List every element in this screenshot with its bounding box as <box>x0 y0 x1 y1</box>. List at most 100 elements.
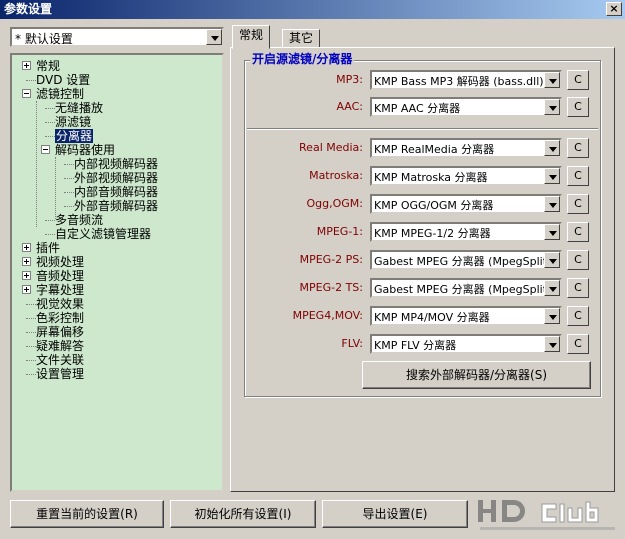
tree-item[interactable]: 屏幕偏移 <box>36 325 84 339</box>
tree-item[interactable]: 无缝播放 <box>55 101 103 115</box>
group-separator <box>247 128 598 130</box>
tree-item[interactable]: 解码器使用 <box>55 143 115 157</box>
filter-label: MPEG-2 TS: <box>299 281 363 294</box>
configure-button[interactable]: C <box>567 334 589 354</box>
settings-window: 参数设置 × * 默认设置 常规 DVD 设置 滤镜控制 无缝播放 源滤镜 分离器 解码器使… <box>0 0 625 539</box>
tree-item[interactable]: 视觉效果 <box>36 297 84 311</box>
tab-general[interactable]: 常规 <box>232 25 271 49</box>
tree-expander-plus[interactable] <box>22 61 31 70</box>
filter-dropdown-value: Gabest MPEG 分离器 (MpegSplitter) <box>374 283 562 296</box>
tree-expander-minus[interactable] <box>41 145 50 154</box>
configure-button[interactable]: C <box>567 194 589 214</box>
chevron-down-icon[interactable] <box>544 196 560 212</box>
title-bar: 参数设置 × <box>0 0 625 19</box>
filter-dropdown[interactable]: Gabest MPEG 分离器 (MpegSplitter) <box>370 278 562 298</box>
chevron-down-icon[interactable] <box>544 168 560 184</box>
tree-item[interactable]: 色彩控制 <box>36 311 84 325</box>
filter-dropdown[interactable]: KMP Matroska 分离器 <box>370 166 562 186</box>
tree-item[interactable]: 多音频流 <box>55 213 103 227</box>
tree-expander-plus[interactable] <box>22 271 31 280</box>
tree-item[interactable]: 常规 <box>36 59 60 73</box>
chevron-down-icon[interactable] <box>544 99 560 115</box>
preset-value: * 默认设置 <box>15 32 73 46</box>
configure-button[interactable]: C <box>567 97 589 117</box>
tree-item[interactable]: 疑难解答 <box>36 339 84 353</box>
tree-item[interactable]: 视频处理 <box>36 255 84 269</box>
filter-label: Ogg,OGM: <box>306 197 364 210</box>
filter-dropdown[interactable]: KMP Bass MP3 解码器 (bass.dll) <box>370 70 562 90</box>
tree-connector <box>45 136 55 137</box>
tree-expander-plus[interactable] <box>22 243 31 252</box>
tree-connector <box>26 80 36 81</box>
tree-item[interactable]: 外部音频解码器 <box>74 199 158 213</box>
filter-dropdown[interactable]: KMP FLV 分离器 <box>370 334 562 354</box>
tree-item[interactable]: DVD 设置 <box>36 73 90 87</box>
tree-item[interactable]: 分离器 <box>55 129 94 143</box>
tree-item[interactable]: 内部音频解码器 <box>74 185 158 199</box>
tree-expander-minus[interactable] <box>22 89 31 98</box>
configure-button[interactable]: C <box>567 306 589 326</box>
tree-expander-plus[interactable] <box>22 257 31 266</box>
chevron-down-icon[interactable] <box>544 336 560 352</box>
tree-connector <box>26 332 36 333</box>
configure-button[interactable]: C <box>567 222 589 242</box>
tree-connector <box>26 304 36 305</box>
filter-dropdown[interactable]: KMP RealMedia 分离器 <box>370 138 562 158</box>
filter-label: MP3: <box>336 73 363 86</box>
tree-item[interactable]: 自定义滤镜管理器 <box>55 227 151 241</box>
chevron-down-icon[interactable] <box>544 140 560 156</box>
tree-connector <box>36 101 37 227</box>
tab-other[interactable]: 其它 <box>282 29 321 48</box>
tree-item[interactable]: 音频处理 <box>36 269 84 283</box>
export-settings-button[interactable]: 导出设置(E) <box>322 500 468 528</box>
tab-general-label: 常规 <box>239 28 264 42</box>
filter-dropdown[interactable]: KMP MP4/MOV 分离器 <box>370 306 562 326</box>
preset-dropdown[interactable]: * 默认设置 <box>10 27 224 47</box>
configure-button[interactable]: C <box>567 278 589 298</box>
filter-dropdown-value: Gabest MPEG 分离器 (MpegSplitter) <box>374 255 562 268</box>
tree-item[interactable]: 字幕处理 <box>36 283 84 297</box>
filter-dropdown[interactable]: KMP MPEG-1/2 分离器 <box>370 222 562 242</box>
window-title: 参数设置 <box>4 2 53 16</box>
tree-connector <box>45 220 55 221</box>
filter-dropdown-value: KMP OGG/OGM 分离器 <box>374 199 494 212</box>
configure-button[interactable]: C <box>567 70 589 90</box>
filter-dropdown[interactable]: Gabest MPEG 分离器 (MpegSplitter) <box>370 250 562 270</box>
settings-tree[interactable]: 常规 DVD 设置 滤镜控制 无缝播放 源滤镜 分离器 解码器使用 内部视频解码器 外部视频解码… <box>10 53 224 492</box>
tree-connector <box>45 122 55 123</box>
chevron-down-icon[interactable] <box>544 72 560 88</box>
tree-item[interactable]: 外部视频解码器 <box>74 171 158 185</box>
tree-connector <box>64 206 74 207</box>
tab-other-label: 其它 <box>289 31 314 45</box>
tree-item[interactable]: 设置管理 <box>36 367 84 381</box>
filter-dropdown-value: KMP Matroska 分离器 <box>374 171 488 184</box>
filter-dropdown[interactable]: KMP AAC 分离器 <box>370 97 562 117</box>
tree-expander-plus[interactable] <box>22 285 31 294</box>
configure-button[interactable]: C <box>567 166 589 186</box>
initialize-all-settings-button[interactable]: 初始化所有设置(I) <box>170 500 316 528</box>
tree-item[interactable]: 插件 <box>36 241 60 255</box>
tree-item[interactable]: 滤镜控制 <box>36 87 84 101</box>
filter-label: Matroska: <box>309 169 363 182</box>
filter-label: MPEG-2 PS: <box>299 253 363 266</box>
search-external-decoders-button[interactable]: 搜索外部解码器/分离器(S) <box>362 361 591 389</box>
group-title: 开启源滤镜/分离器 <box>250 52 355 66</box>
chevron-down-icon[interactable] <box>544 252 560 268</box>
tree-item[interactable]: 文件关联 <box>36 353 84 367</box>
filter-dropdown[interactable]: KMP OGG/OGM 分离器 <box>370 194 562 214</box>
chevron-down-icon[interactable] <box>544 280 560 296</box>
chevron-down-icon[interactable] <box>544 308 560 324</box>
tree-item[interactable]: 内部视频解码器 <box>74 157 158 171</box>
configure-button[interactable]: C <box>567 250 589 270</box>
configure-button[interactable]: C <box>567 138 589 158</box>
tree-connector <box>64 192 74 193</box>
filter-dropdown-value: KMP MP4/MOV 分离器 <box>374 311 490 324</box>
reset-current-settings-button[interactable]: 重置当前的设置(R) <box>10 500 164 528</box>
tree-item[interactable]: 源滤镜 <box>55 115 91 129</box>
tree-connector <box>45 234 55 235</box>
chevron-down-icon[interactable] <box>544 224 560 240</box>
close-button[interactable]: × <box>606 2 622 16</box>
chevron-down-icon[interactable] <box>206 29 222 45</box>
tree-connector <box>26 374 36 375</box>
filter-label: FLV: <box>341 337 363 350</box>
